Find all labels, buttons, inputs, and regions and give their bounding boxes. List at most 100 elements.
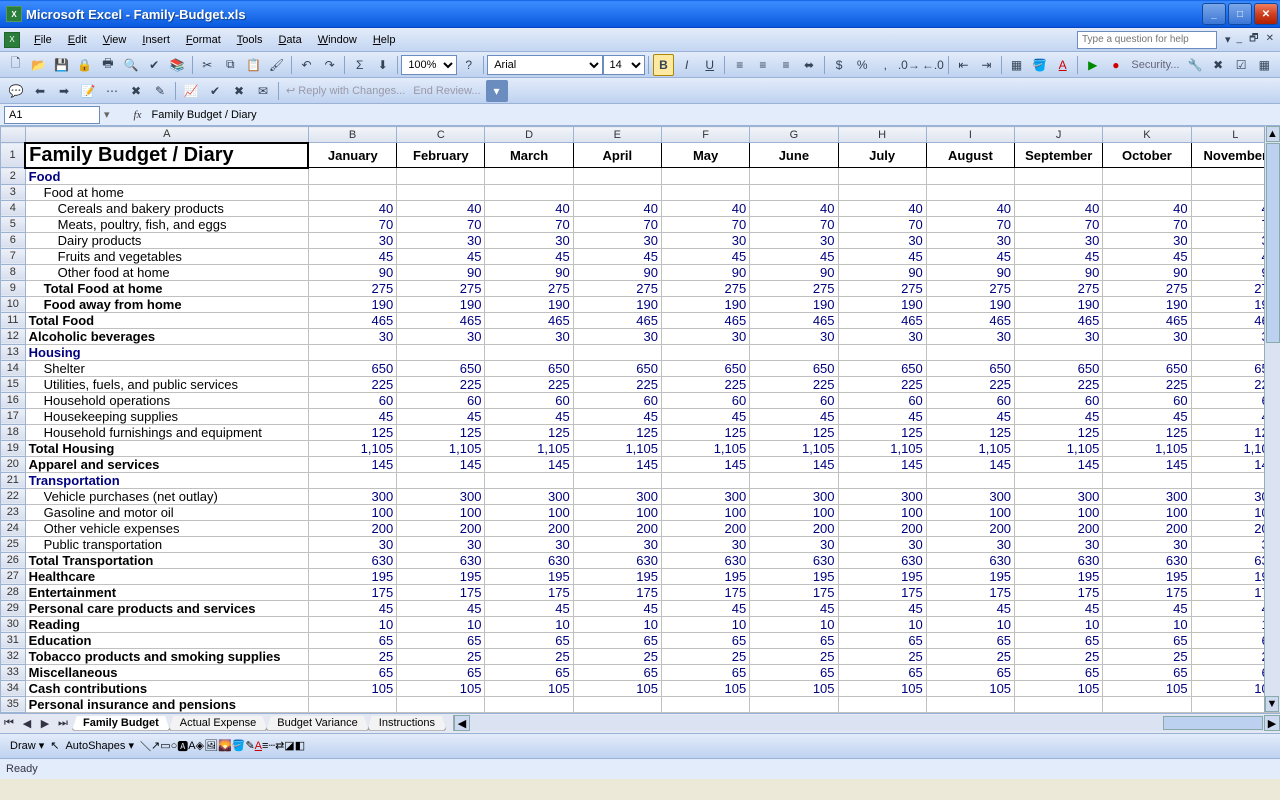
cell-J32[interactable]: 25 (1015, 648, 1103, 664)
cell-K16[interactable]: 60 (1103, 392, 1191, 408)
cell-D34[interactable]: 105 (485, 680, 573, 696)
row-header-9[interactable]: 9 (1, 280, 26, 296)
cell-C27[interactable]: 195 (397, 568, 485, 584)
cell-I20[interactable]: 145 (926, 456, 1014, 472)
cell-H35[interactable] (838, 696, 926, 712)
cell-K14[interactable]: 650 (1103, 360, 1191, 376)
cell-K6[interactable]: 30 (1103, 232, 1191, 248)
cell-A33[interactable]: Miscellaneous (25, 664, 308, 680)
borders-icon[interactable]: ▦ (1006, 54, 1027, 76)
cell-I27[interactable]: 195 (926, 568, 1014, 584)
undo-icon[interactable]: ↶ (296, 54, 317, 76)
cell-A3[interactable]: Food at home (25, 184, 308, 200)
paste-icon[interactable]: 📋 (243, 54, 264, 76)
cell-G14[interactable]: 650 (750, 360, 838, 376)
cell-C25[interactable]: 30 (397, 536, 485, 552)
cell-H24[interactable]: 200 (838, 520, 926, 536)
cell-G4[interactable]: 40 (750, 200, 838, 216)
redo-icon[interactable]: ↷ (319, 54, 340, 76)
cell-J28[interactable]: 175 (1015, 584, 1103, 600)
cell-I31[interactable]: 65 (926, 632, 1014, 648)
tab-prev-icon[interactable]: ◀ (19, 715, 35, 731)
cell-I6[interactable]: 30 (926, 232, 1014, 248)
help-icon[interactable]: ? (458, 54, 479, 76)
cell-G16[interactable]: 60 (750, 392, 838, 408)
cell-B8[interactable]: 90 (308, 264, 396, 280)
cell-H26[interactable]: 630 (838, 552, 926, 568)
cell-B30[interactable]: 10 (308, 616, 396, 632)
row-header-30[interactable]: 30 (1, 616, 26, 632)
cell-F34[interactable]: 105 (661, 680, 749, 696)
cell-J20[interactable]: 145 (1015, 456, 1103, 472)
cell-B23[interactable]: 100 (308, 504, 396, 520)
cell-H29[interactable]: 45 (838, 600, 926, 616)
cell-G22[interactable]: 300 (750, 488, 838, 504)
cell-F13[interactable] (661, 344, 749, 360)
cell-F15[interactable]: 225 (661, 376, 749, 392)
cell-J15[interactable]: 225 (1015, 376, 1103, 392)
cell-A19[interactable]: Total Housing (25, 440, 308, 456)
cell-D33[interactable]: 65 (485, 664, 573, 680)
cell-H34[interactable]: 105 (838, 680, 926, 696)
cell-A10[interactable]: Food away from home (25, 296, 308, 312)
cell-K34[interactable]: 105 (1103, 680, 1191, 696)
cell-H23[interactable]: 100 (838, 504, 926, 520)
cell-J4[interactable]: 40 (1015, 200, 1103, 216)
cell-I34[interactable]: 105 (926, 680, 1014, 696)
cell-A24[interactable]: Other vehicle expenses (25, 520, 308, 536)
cell-K10[interactable]: 190 (1103, 296, 1191, 312)
merge-center-icon[interactable]: ⬌ (799, 54, 820, 76)
row-header-32[interactable]: 32 (1, 648, 26, 664)
cell-I14[interactable]: 650 (926, 360, 1014, 376)
formula-text[interactable]: Family Budget / Diary (151, 109, 1280, 121)
col-header-C[interactable]: C (397, 127, 485, 143)
row-header-5[interactable]: 5 (1, 216, 26, 232)
cell-H13[interactable] (838, 344, 926, 360)
increase-decimal-icon[interactable]: .0→ (898, 54, 920, 76)
cell-B17[interactable]: 45 (308, 408, 396, 424)
cell-H1[interactable]: July (838, 143, 926, 168)
cell-E1[interactable]: April (573, 143, 661, 168)
cell-B33[interactable]: 65 (308, 664, 396, 680)
menu-file[interactable]: File (26, 32, 60, 48)
cell-E12[interactable]: 30 (573, 328, 661, 344)
cell-D3[interactable] (485, 184, 573, 200)
cell-J29[interactable]: 45 (1015, 600, 1103, 616)
cell-E21[interactable] (573, 472, 661, 488)
cell-D32[interactable]: 25 (485, 648, 573, 664)
col-header-B[interactable]: B (308, 127, 396, 143)
cell-E14[interactable]: 650 (573, 360, 661, 376)
cell-A18[interactable]: Household furnishings and equipment (25, 424, 308, 440)
row-header-2[interactable]: 2 (1, 168, 26, 185)
cell-E32[interactable]: 25 (573, 648, 661, 664)
cell-D7[interactable]: 45 (485, 248, 573, 264)
cell-D6[interactable]: 30 (485, 232, 573, 248)
cell-C14[interactable]: 650 (397, 360, 485, 376)
menu-insert[interactable]: Insert (134, 32, 178, 48)
cell-E10[interactable]: 190 (573, 296, 661, 312)
show-comment-icon[interactable]: 📝 (77, 80, 99, 102)
cell-K32[interactable]: 25 (1103, 648, 1191, 664)
hscroll-thumb[interactable] (1163, 716, 1263, 730)
cell-C1[interactable]: February (397, 143, 485, 168)
cell-K27[interactable]: 195 (1103, 568, 1191, 584)
cell-E5[interactable]: 70 (573, 216, 661, 232)
cell-G15[interactable]: 225 (750, 376, 838, 392)
cell-K19[interactable]: 1,105 (1103, 440, 1191, 456)
format-painter-icon[interactable]: 🖌 (266, 54, 287, 76)
cell-G30[interactable]: 10 (750, 616, 838, 632)
cell-F22[interactable]: 300 (661, 488, 749, 504)
font-color-draw-icon[interactable]: A (255, 740, 262, 752)
textbox-icon[interactable]: 🅰 (177, 738, 188, 754)
cell-F11[interactable]: 465 (661, 312, 749, 328)
cell-B5[interactable]: 70 (308, 216, 396, 232)
tab-last-icon[interactable]: ⏭ (55, 715, 71, 731)
row-header-12[interactable]: 12 (1, 328, 26, 344)
menu-tools[interactable]: Tools (229, 32, 271, 48)
cell-H33[interactable]: 65 (838, 664, 926, 680)
cell-G8[interactable]: 90 (750, 264, 838, 280)
row-header-13[interactable]: 13 (1, 344, 26, 360)
cell-K21[interactable] (1103, 472, 1191, 488)
cell-A12[interactable]: Alcoholic beverages (25, 328, 308, 344)
select-objects-icon[interactable]: ↖ (50, 739, 59, 752)
